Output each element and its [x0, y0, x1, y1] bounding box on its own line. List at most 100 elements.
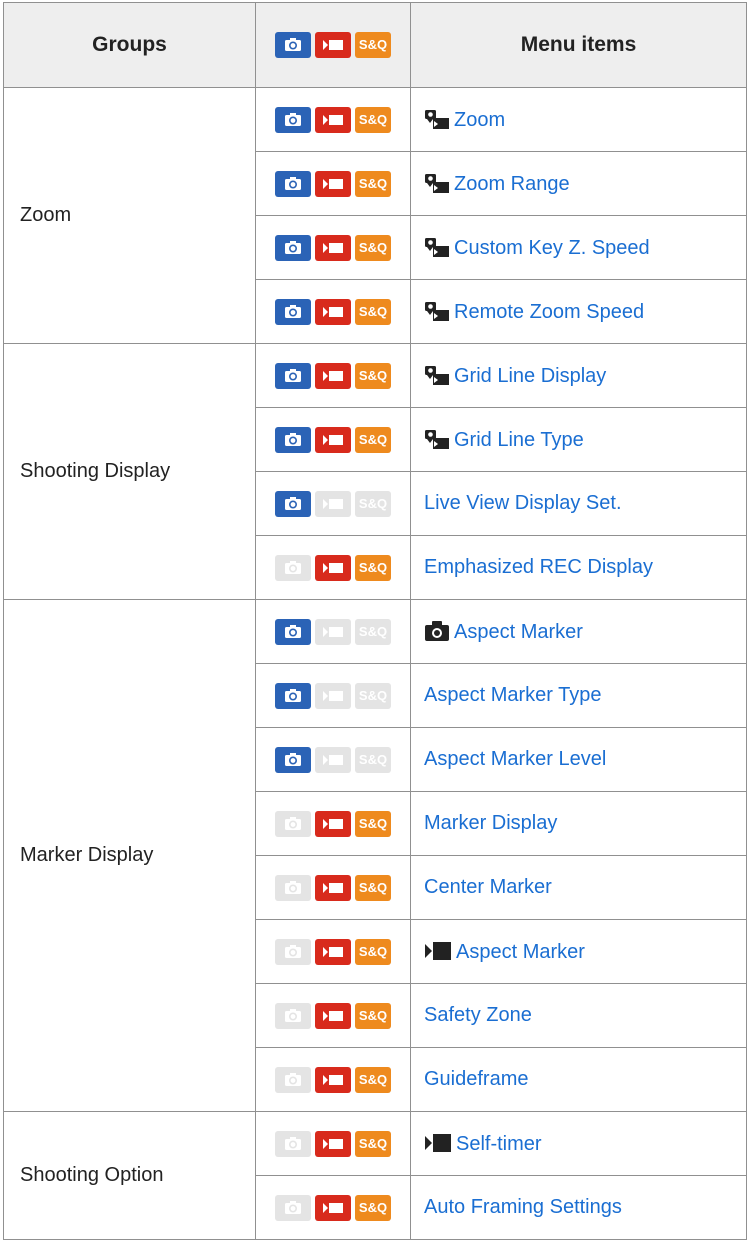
menu-item-link[interactable]: Aspect Marker	[456, 941, 585, 963]
table-row: Marker Display S&Q Aspect Marker	[3, 599, 747, 1112]
s-and-q-text: S&Q	[358, 431, 388, 447]
mode-badges: S&Q	[255, 663, 411, 728]
mode-badges: S&Q	[255, 343, 411, 408]
movie-mode-icon	[315, 746, 351, 773]
modes-header: S&Q	[255, 2, 411, 88]
s-and-q-mode-icon: S&Q	[355, 1194, 391, 1221]
menu-item-cell: Auto Framing Settings	[410, 1175, 747, 1240]
movie-mode-icon	[315, 938, 351, 965]
s-and-q-mode-icon: S&Q	[355, 1002, 391, 1029]
menu-item-link[interactable]: Center Marker	[424, 876, 552, 898]
photo-mode-icon	[275, 362, 311, 389]
s-and-q-mode-icon: S&Q	[355, 170, 391, 197]
menu-item-cell: Zoom Range	[410, 151, 747, 216]
menu-item-cell: Guideframe	[410, 1047, 747, 1112]
s-and-q-mode-icon: S&Q	[355, 490, 391, 517]
movie-mode-icon	[315, 1066, 351, 1093]
photo-mode-icon	[275, 1002, 311, 1029]
menu-item-link[interactable]: Marker Display	[424, 812, 557, 834]
s-and-q-mode-icon: S&Q	[355, 682, 391, 709]
menu-item-cell: Grid Line Type	[410, 407, 747, 472]
s-and-q-mode-icon: S&Q	[355, 874, 391, 901]
menu-item-link[interactable]: Aspect Marker Type	[424, 684, 601, 706]
still-camera-icon	[425, 620, 449, 641]
mode-badges: S&Q	[255, 1111, 411, 1176]
movie-mode-icon	[315, 554, 351, 581]
s-and-q-text: S&Q	[358, 1007, 388, 1023]
menu-item-link[interactable]: Custom Key Z. Speed	[454, 237, 650, 259]
photo-mode-icon	[275, 490, 311, 517]
mode-badges: S&Q	[255, 983, 411, 1048]
mode-badges: S&Q	[255, 535, 411, 600]
menu-table: Groups S&Q Menu items Zoom S&Q Zoom S&Q Zoom…	[3, 2, 747, 1240]
s-and-q-text: S&Q	[358, 623, 388, 639]
groups-header: Groups	[3, 2, 256, 88]
s-and-q-mode-icon: S&Q	[355, 938, 391, 965]
s-and-q-text: S&Q	[358, 687, 388, 703]
photo-mode-icon	[275, 298, 311, 325]
menu-item-link[interactable]: Safety Zone	[424, 1004, 532, 1026]
zoom-camera-icon	[425, 237, 449, 257]
menu-item-link[interactable]: Remote Zoom Speed	[454, 301, 644, 323]
movie-mode-icon	[315, 426, 351, 453]
s-and-q-text: S&Q	[358, 175, 388, 191]
group-label: Shooting Display	[3, 343, 256, 600]
menu-item-link[interactable]: Live View Display Set.	[424, 492, 622, 514]
menu-item-link[interactable]: Emphasized REC Display	[424, 556, 653, 578]
menu-item-link[interactable]: Guideframe	[424, 1068, 529, 1090]
movie-mode-icon	[315, 810, 351, 837]
s-and-q-text: S&Q	[358, 751, 388, 767]
s-and-q-mode-icon: S&Q	[355, 298, 391, 325]
s-and-q-mode-icon: S&Q	[355, 1130, 391, 1157]
movie-mode-icon	[315, 298, 351, 325]
mode-badges: S&Q	[255, 279, 411, 344]
s-and-q-text: S&Q	[358, 815, 388, 831]
movie-mode-icon	[315, 1002, 351, 1029]
menu-item-cell: Aspect Marker	[410, 919, 747, 984]
menu-item-link[interactable]: Zoom Range	[454, 173, 570, 195]
s-and-q-text: S&Q	[358, 559, 388, 575]
menu-item-link[interactable]: Auto Framing Settings	[424, 1196, 622, 1218]
s-and-q-text: S&Q	[358, 37, 388, 52]
photo-mode-icon	[275, 810, 311, 837]
s-and-q-mode-icon: S&Q	[355, 746, 391, 773]
mode-badges: S&Q	[255, 791, 411, 856]
photo-mode-icon	[275, 106, 311, 133]
s-and-q-text: S&Q	[358, 303, 388, 319]
photo-mode-icon	[275, 1066, 311, 1093]
mode-badges: S&Q	[255, 855, 411, 920]
menu-item-cell: Emphasized REC Display	[410, 535, 747, 600]
zoom-camera-icon	[425, 109, 449, 129]
menu-item-link[interactable]: Aspect Marker Level	[424, 748, 606, 770]
movie-camera-icon	[425, 941, 451, 960]
menu-item-cell: Grid Line Display	[410, 343, 747, 408]
zoom-camera-icon	[425, 173, 449, 193]
menu-item-link[interactable]: Grid Line Display	[454, 365, 606, 387]
s-and-q-text: S&Q	[358, 879, 388, 895]
photo-mode-icon	[275, 682, 311, 709]
menu-item-link[interactable]: Aspect Marker	[454, 621, 583, 643]
mode-badges: S&Q	[255, 919, 411, 984]
zoom-camera-icon	[425, 301, 449, 321]
group-label: Marker Display	[3, 599, 256, 1112]
photo-mode-icon	[275, 426, 311, 453]
menu-item-link[interactable]: Zoom	[454, 109, 505, 131]
mode-badges: S&Q	[255, 151, 411, 216]
s-and-q-mode-icon: S&Q	[355, 32, 391, 58]
menu-item-link[interactable]: Grid Line Type	[454, 429, 584, 451]
movie-mode-icon	[315, 170, 351, 197]
mode-badges: S&Q	[255, 407, 411, 472]
movie-mode-icon	[315, 1130, 351, 1157]
movie-mode-icon	[315, 874, 351, 901]
menu-item-cell: Aspect Marker Level	[410, 727, 747, 792]
s-and-q-mode-icon: S&Q	[355, 234, 391, 261]
menu-item-link[interactable]: Self-timer	[456, 1133, 542, 1155]
s-and-q-mode-icon: S&Q	[355, 106, 391, 133]
photo-mode-icon	[275, 170, 311, 197]
menu-item-cell: Self-timer	[410, 1111, 747, 1176]
movie-camera-icon	[425, 1133, 451, 1152]
s-and-q-text: S&Q	[358, 111, 388, 127]
s-and-q-mode-icon: S&Q	[355, 362, 391, 389]
mode-badges: S&Q	[255, 1047, 411, 1112]
s-and-q-text: S&Q	[358, 943, 388, 959]
